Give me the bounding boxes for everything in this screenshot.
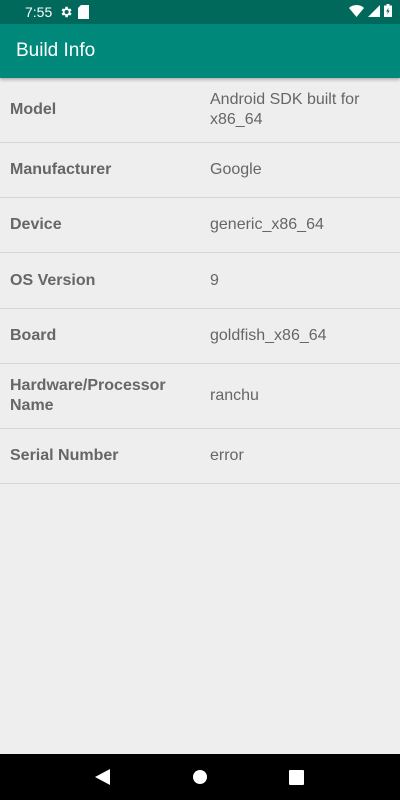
status-time: 7:55 bbox=[25, 4, 53, 20]
row-label: Serial Number bbox=[10, 447, 119, 464]
wifi-icon bbox=[349, 4, 364, 20]
row-value: Google bbox=[210, 161, 262, 178]
back-icon[interactable] bbox=[83, 757, 123, 797]
info-row-serial-number: Serial Number error bbox=[0, 429, 400, 484]
info-row-hardware: Hardware/Processor Name ranchu bbox=[0, 364, 400, 429]
home-icon[interactable] bbox=[180, 757, 220, 797]
row-label: OS Version bbox=[10, 271, 96, 289]
battery-icon bbox=[384, 4, 392, 20]
navigation-bar bbox=[0, 754, 400, 800]
row-label: Board bbox=[10, 327, 57, 344]
info-row-os-version: OS Version 9 bbox=[0, 253, 400, 309]
page-title: Build Info bbox=[16, 40, 96, 61]
gear-icon bbox=[59, 5, 73, 19]
app-bar: Build Info bbox=[0, 24, 400, 78]
row-value: 9 bbox=[210, 271, 219, 289]
row-value: error bbox=[210, 447, 244, 464]
row-label: Model bbox=[10, 101, 57, 118]
status-bar: 7:55 bbox=[0, 0, 400, 24]
row-value: Android SDK built for x86_64 bbox=[210, 91, 360, 128]
row-label: Hardware/Processor Name bbox=[10, 377, 166, 414]
info-row-device: Device generic_x86_64 bbox=[0, 198, 400, 253]
row-label: Device bbox=[10, 216, 62, 233]
row-value: ranchu bbox=[210, 387, 259, 404]
row-value: generic_x86_64 bbox=[210, 216, 324, 233]
info-row-model: Model Android SDK built for x86_64 bbox=[0, 78, 400, 143]
sd-card-icon bbox=[78, 5, 90, 19]
recents-icon[interactable] bbox=[277, 757, 317, 797]
build-info-list: Model Android SDK built for x86_64 Manuf… bbox=[0, 78, 400, 484]
signal-icon bbox=[368, 4, 380, 20]
row-value: goldfish_x86_64 bbox=[210, 327, 327, 344]
row-label: Manufacturer bbox=[10, 161, 112, 178]
info-row-board: Board goldfish_x86_64 bbox=[0, 309, 400, 364]
info-row-manufacturer: Manufacturer Google bbox=[0, 143, 400, 198]
